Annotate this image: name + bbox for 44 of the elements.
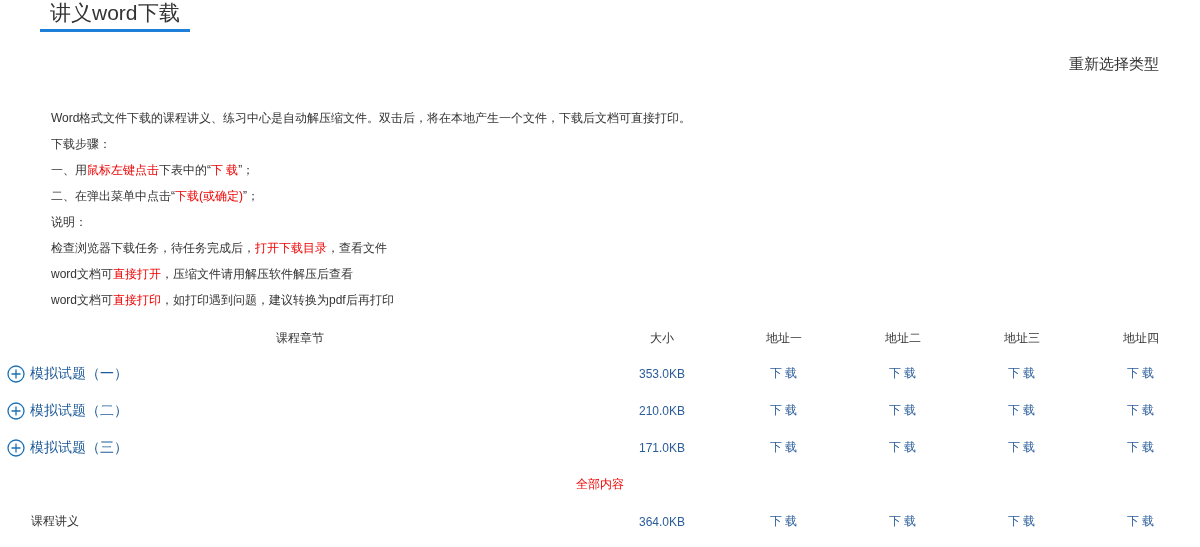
chapter-title[interactable]: 模拟试题（三） (30, 438, 128, 457)
column-header: 地址二 (884, 329, 921, 347)
file-size: 364.0KB (638, 514, 685, 529)
download-link[interactable]: 下 载 (1126, 513, 1155, 530)
column-header: 地址四 (1122, 329, 1159, 347)
instruction-text: word文档可直接打印，如打印遇到问题，建议转换为pdf后再打印 (51, 292, 395, 309)
column-header: 地址一 (765, 329, 802, 347)
download-link[interactable]: 下 载 (1126, 365, 1155, 382)
instruction-text: 下载步骤： (51, 136, 112, 153)
file-size: 171.0KB (638, 440, 685, 455)
page-title: 讲义word下载 (40, 0, 190, 32)
expand-plus-icon[interactable] (7, 438, 25, 457)
download-link[interactable]: 下 载 (1126, 402, 1155, 419)
download-link[interactable]: 下 载 (1126, 439, 1155, 456)
file-size: 353.0KB (638, 366, 685, 381)
download-link[interactable]: 下 载 (769, 513, 798, 530)
download-link[interactable]: 下 载 (1007, 402, 1036, 419)
section-label: 全部内容 (576, 476, 624, 493)
expand-plus-icon[interactable] (7, 364, 25, 383)
download-link[interactable]: 下 载 (888, 513, 917, 530)
download-link[interactable]: 下 载 (769, 439, 798, 456)
expand-plus-icon[interactable] (7, 401, 25, 420)
download-link[interactable]: 下 载 (888, 439, 917, 456)
reselect-type-link[interactable]: 重新选择类型 (1069, 53, 1159, 75)
chapter-title[interactable]: 模拟试题（二） (30, 401, 128, 420)
instruction-text: 一、用鼠标左键点击下表中的“下 载”； (51, 162, 256, 179)
instruction-text: word文档可直接打开，压缩文件请用解压软件解压后查看 (51, 266, 354, 283)
instruction-text: Word格式文件下载的课程讲义、练习中心是自动解压缩文件。双击后，将在本地产生一个文件，下载后文档可直接打印。 (51, 110, 693, 127)
instruction-text: 说明： (51, 214, 88, 231)
column-header: 课程章节 (276, 329, 324, 347)
download-link[interactable]: 下 载 (769, 402, 798, 419)
file-size: 210.0KB (638, 403, 685, 418)
download-link[interactable]: 下 载 (1007, 513, 1036, 530)
instruction-text: 检查浏览器下载任务，待任务完成后，打开下载目录，查看文件 (51, 240, 388, 257)
download-link[interactable]: 下 载 (888, 365, 917, 382)
download-link[interactable]: 下 载 (1007, 365, 1036, 382)
chapter-title[interactable]: 模拟试题（一） (30, 364, 128, 383)
column-header: 地址三 (1003, 329, 1040, 347)
download-link[interactable]: 下 载 (888, 402, 917, 419)
download-link[interactable]: 下 载 (1007, 439, 1036, 456)
download-link[interactable]: 下 载 (769, 365, 798, 382)
item-title: 课程讲义 (31, 513, 79, 530)
column-header: 大小 (650, 329, 674, 347)
instruction-text: 二、在弹出菜单中点击“下载(或确定)”； (51, 188, 260, 205)
